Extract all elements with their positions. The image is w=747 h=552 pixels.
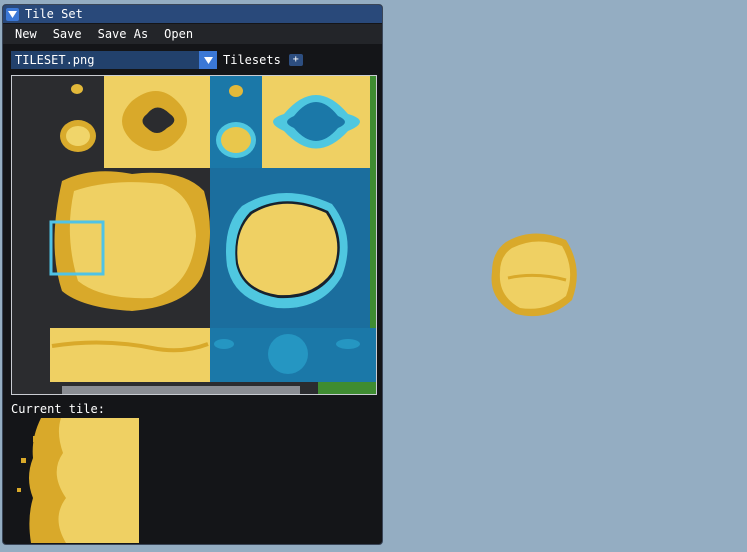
map-sprite-preview: [491, 233, 577, 317]
menu-open[interactable]: Open: [156, 27, 201, 41]
current-tile-label: Current tile:: [11, 402, 105, 416]
menu-new[interactable]: New: [7, 27, 45, 41]
dropdown-arrow-icon[interactable]: [199, 51, 217, 69]
tileset-toolbar: TILESET.png Tilesets +: [11, 51, 303, 69]
tileset-select-value: TILESET.png: [15, 53, 95, 67]
tileset-image[interactable]: [12, 76, 376, 394]
menu-save[interactable]: Save: [45, 27, 90, 41]
window-title: Tile Set: [25, 7, 83, 21]
collapse-toggle[interactable]: [6, 7, 19, 21]
triangle-down-icon: [8, 10, 17, 18]
add-tileset-button[interactable]: +: [288, 54, 303, 66]
tile-set-window: Tile Set New Save Save As Open TILESET.p…: [2, 4, 383, 545]
tileset-select[interactable]: TILESET.png: [11, 51, 217, 69]
menu-bar: New Save Save As Open: [3, 24, 382, 44]
current-tile-preview: [11, 418, 139, 543]
current-tile-image: [11, 418, 139, 543]
window-title-bar[interactable]: Tile Set: [3, 5, 382, 23]
menu-save-as[interactable]: Save As: [90, 27, 157, 41]
tilesets-label: Tilesets: [223, 53, 281, 67]
tileset-canvas[interactable]: [11, 75, 377, 395]
